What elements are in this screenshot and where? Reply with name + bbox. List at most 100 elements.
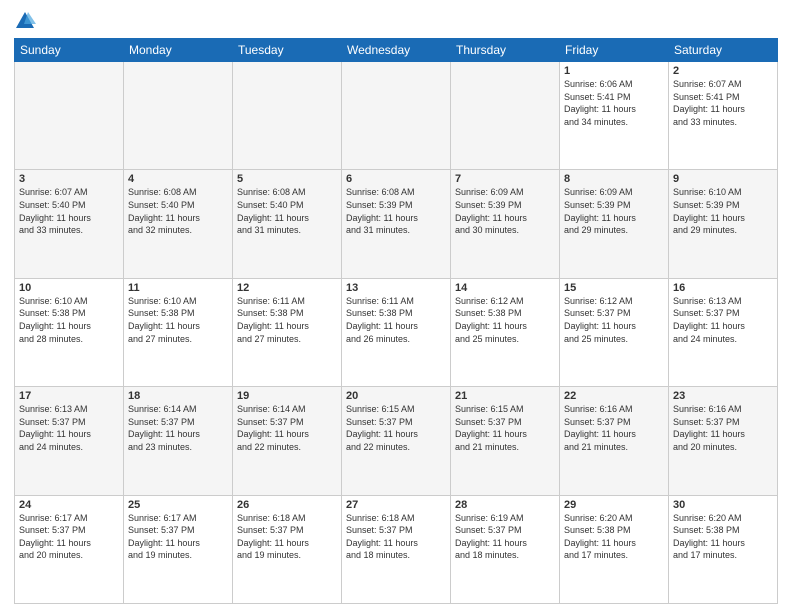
day-info: Sunrise: 6:16 AMSunset: 5:37 PMDaylight:…	[673, 403, 773, 453]
day-number: 6	[346, 173, 446, 185]
day-info: Sunrise: 6:17 AMSunset: 5:37 PMDaylight:…	[128, 512, 228, 562]
header	[14, 10, 778, 32]
calendar-week: 24Sunrise: 6:17 AMSunset: 5:37 PMDayligh…	[15, 495, 778, 603]
calendar-cell: 8Sunrise: 6:09 AMSunset: 5:39 PMDaylight…	[560, 170, 669, 278]
calendar-cell: 30Sunrise: 6:20 AMSunset: 5:38 PMDayligh…	[669, 495, 778, 603]
day-info: Sunrise: 6:10 AMSunset: 5:39 PMDaylight:…	[673, 186, 773, 236]
day-number: 22	[564, 390, 664, 402]
day-info: Sunrise: 6:17 AMSunset: 5:37 PMDaylight:…	[19, 512, 119, 562]
day-number: 17	[19, 390, 119, 402]
day-number: 4	[128, 173, 228, 185]
day-number: 1	[564, 65, 664, 77]
calendar-cell: 27Sunrise: 6:18 AMSunset: 5:37 PMDayligh…	[342, 495, 451, 603]
day-number: 24	[19, 499, 119, 511]
calendar-cell: 24Sunrise: 6:17 AMSunset: 5:37 PMDayligh…	[15, 495, 124, 603]
day-number: 11	[128, 282, 228, 294]
day-number: 26	[237, 499, 337, 511]
day-number: 23	[673, 390, 773, 402]
day-number: 21	[455, 390, 555, 402]
calendar-cell: 5Sunrise: 6:08 AMSunset: 5:40 PMDaylight…	[233, 170, 342, 278]
day-info: Sunrise: 6:14 AMSunset: 5:37 PMDaylight:…	[128, 403, 228, 453]
logo-icon	[14, 10, 36, 32]
calendar-cell: 11Sunrise: 6:10 AMSunset: 5:38 PMDayligh…	[124, 278, 233, 386]
day-info: Sunrise: 6:12 AMSunset: 5:37 PMDaylight:…	[564, 295, 664, 345]
calendar-cell: 3Sunrise: 6:07 AMSunset: 5:40 PMDaylight…	[15, 170, 124, 278]
weekday-header: Tuesday	[233, 39, 342, 62]
day-number: 9	[673, 173, 773, 185]
day-info: Sunrise: 6:09 AMSunset: 5:39 PMDaylight:…	[455, 186, 555, 236]
calendar-week: 1Sunrise: 6:06 AMSunset: 5:41 PMDaylight…	[15, 62, 778, 170]
calendar-cell: 28Sunrise: 6:19 AMSunset: 5:37 PMDayligh…	[451, 495, 560, 603]
calendar-week: 10Sunrise: 6:10 AMSunset: 5:38 PMDayligh…	[15, 278, 778, 386]
day-info: Sunrise: 6:14 AMSunset: 5:37 PMDaylight:…	[237, 403, 337, 453]
day-number: 12	[237, 282, 337, 294]
day-info: Sunrise: 6:20 AMSunset: 5:38 PMDaylight:…	[673, 512, 773, 562]
day-info: Sunrise: 6:16 AMSunset: 5:37 PMDaylight:…	[564, 403, 664, 453]
day-number: 29	[564, 499, 664, 511]
calendar-cell: 4Sunrise: 6:08 AMSunset: 5:40 PMDaylight…	[124, 170, 233, 278]
calendar-cell	[451, 62, 560, 170]
day-info: Sunrise: 6:08 AMSunset: 5:39 PMDaylight:…	[346, 186, 446, 236]
calendar-cell: 19Sunrise: 6:14 AMSunset: 5:37 PMDayligh…	[233, 387, 342, 495]
calendar-cell	[124, 62, 233, 170]
day-number: 10	[19, 282, 119, 294]
calendar-cell: 16Sunrise: 6:13 AMSunset: 5:37 PMDayligh…	[669, 278, 778, 386]
day-info: Sunrise: 6:11 AMSunset: 5:38 PMDaylight:…	[346, 295, 446, 345]
calendar-cell: 2Sunrise: 6:07 AMSunset: 5:41 PMDaylight…	[669, 62, 778, 170]
day-info: Sunrise: 6:13 AMSunset: 5:37 PMDaylight:…	[19, 403, 119, 453]
weekday-header: Wednesday	[342, 39, 451, 62]
calendar-cell: 22Sunrise: 6:16 AMSunset: 5:37 PMDayligh…	[560, 387, 669, 495]
calendar-week: 17Sunrise: 6:13 AMSunset: 5:37 PMDayligh…	[15, 387, 778, 495]
day-info: Sunrise: 6:07 AMSunset: 5:41 PMDaylight:…	[673, 78, 773, 128]
day-info: Sunrise: 6:08 AMSunset: 5:40 PMDaylight:…	[237, 186, 337, 236]
calendar-cell: 14Sunrise: 6:12 AMSunset: 5:38 PMDayligh…	[451, 278, 560, 386]
day-number: 7	[455, 173, 555, 185]
day-number: 5	[237, 173, 337, 185]
day-number: 25	[128, 499, 228, 511]
calendar-cell: 7Sunrise: 6:09 AMSunset: 5:39 PMDaylight…	[451, 170, 560, 278]
day-number: 13	[346, 282, 446, 294]
calendar-cell: 26Sunrise: 6:18 AMSunset: 5:37 PMDayligh…	[233, 495, 342, 603]
calendar-table: SundayMondayTuesdayWednesdayThursdayFrid…	[14, 38, 778, 604]
day-number: 28	[455, 499, 555, 511]
day-number: 27	[346, 499, 446, 511]
day-number: 16	[673, 282, 773, 294]
calendar-cell	[233, 62, 342, 170]
day-info: Sunrise: 6:11 AMSunset: 5:38 PMDaylight:…	[237, 295, 337, 345]
calendar-cell: 15Sunrise: 6:12 AMSunset: 5:37 PMDayligh…	[560, 278, 669, 386]
day-info: Sunrise: 6:09 AMSunset: 5:39 PMDaylight:…	[564, 186, 664, 236]
day-info: Sunrise: 6:08 AMSunset: 5:40 PMDaylight:…	[128, 186, 228, 236]
calendar-cell: 10Sunrise: 6:10 AMSunset: 5:38 PMDayligh…	[15, 278, 124, 386]
page: SundayMondayTuesdayWednesdayThursdayFrid…	[0, 0, 792, 612]
day-number: 15	[564, 282, 664, 294]
day-info: Sunrise: 6:20 AMSunset: 5:38 PMDaylight:…	[564, 512, 664, 562]
day-info: Sunrise: 6:15 AMSunset: 5:37 PMDaylight:…	[346, 403, 446, 453]
day-info: Sunrise: 6:12 AMSunset: 5:38 PMDaylight:…	[455, 295, 555, 345]
day-number: 30	[673, 499, 773, 511]
day-info: Sunrise: 6:06 AMSunset: 5:41 PMDaylight:…	[564, 78, 664, 128]
day-info: Sunrise: 6:13 AMSunset: 5:37 PMDaylight:…	[673, 295, 773, 345]
weekday-header: Friday	[560, 39, 669, 62]
calendar-week: 3Sunrise: 6:07 AMSunset: 5:40 PMDaylight…	[15, 170, 778, 278]
weekday-header: Sunday	[15, 39, 124, 62]
calendar-cell: 9Sunrise: 6:10 AMSunset: 5:39 PMDaylight…	[669, 170, 778, 278]
calendar-cell: 18Sunrise: 6:14 AMSunset: 5:37 PMDayligh…	[124, 387, 233, 495]
calendar-cell: 6Sunrise: 6:08 AMSunset: 5:39 PMDaylight…	[342, 170, 451, 278]
calendar-cell: 29Sunrise: 6:20 AMSunset: 5:38 PMDayligh…	[560, 495, 669, 603]
day-info: Sunrise: 6:18 AMSunset: 5:37 PMDaylight:…	[237, 512, 337, 562]
calendar-cell: 21Sunrise: 6:15 AMSunset: 5:37 PMDayligh…	[451, 387, 560, 495]
calendar-cell	[342, 62, 451, 170]
day-number: 18	[128, 390, 228, 402]
day-number: 19	[237, 390, 337, 402]
logo	[14, 10, 38, 32]
day-number: 20	[346, 390, 446, 402]
day-info: Sunrise: 6:15 AMSunset: 5:37 PMDaylight:…	[455, 403, 555, 453]
calendar-cell: 1Sunrise: 6:06 AMSunset: 5:41 PMDaylight…	[560, 62, 669, 170]
weekday-header: Saturday	[669, 39, 778, 62]
day-info: Sunrise: 6:10 AMSunset: 5:38 PMDaylight:…	[19, 295, 119, 345]
calendar-cell: 23Sunrise: 6:16 AMSunset: 5:37 PMDayligh…	[669, 387, 778, 495]
day-number: 14	[455, 282, 555, 294]
calendar-cell	[15, 62, 124, 170]
weekday-header: Thursday	[451, 39, 560, 62]
day-number: 3	[19, 173, 119, 185]
